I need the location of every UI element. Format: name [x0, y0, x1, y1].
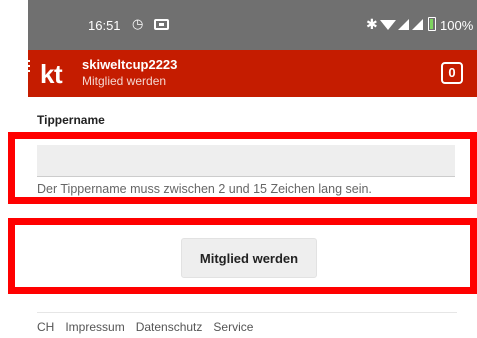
signal-icon-secondary: [412, 19, 423, 30]
tippername-hint: Der Tippername muss zwischen 2 und 15 Ze…: [37, 182, 372, 196]
tippername-label: Tippername: [37, 113, 105, 127]
footer-link-service[interactable]: Service: [213, 320, 253, 334]
signal-icon: [398, 19, 409, 30]
footer: CH Impressum Datenschutz Service: [37, 320, 253, 334]
app-logo[interactable]: kt: [40, 61, 63, 87]
alarm-icon: ◷: [132, 16, 144, 31]
footer-link-ch[interactable]: CH: [37, 320, 54, 334]
join-button[interactable]: Mitglied werden: [181, 238, 317, 278]
footer-link-datenschutz[interactable]: Datenschutz: [136, 320, 203, 334]
wifi-icon: [380, 20, 396, 30]
battery-percent: 100%: [440, 18, 474, 33]
screen-icon: [154, 19, 169, 30]
menu-icon[interactable]: [20, 60, 30, 76]
app-bar: kt skiweltcup2223 Mitglied werden 0: [28, 50, 477, 97]
footer-link-impressum[interactable]: Impressum: [65, 320, 124, 334]
cart-count-badge[interactable]: 0: [441, 62, 463, 84]
app-title: skiweltcup2223: [82, 57, 178, 72]
footer-divider: [37, 312, 457, 313]
status-time: 16:51: [88, 18, 121, 33]
status-bar: 16:51 ◷ ✱ 100%: [28, 0, 477, 50]
app-subtitle: Mitglied werden: [82, 74, 167, 88]
bluetooth-icon: ✱: [366, 16, 378, 32]
battery-icon: [428, 17, 436, 31]
tippername-input[interactable]: [37, 145, 455, 177]
